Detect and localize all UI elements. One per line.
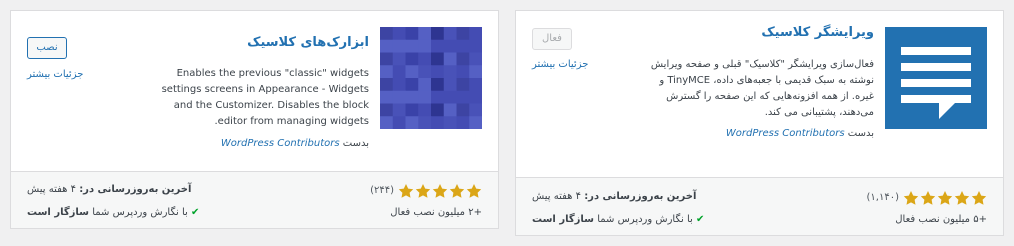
plugin-description: فعال‌سازی ویرایشگر "کلاسیک" قبلی و صفحه … [650, 59, 874, 118]
rating-count: (۱,۱۴۰) [866, 192, 899, 203]
plugin-card-classic-editor: ویرایشگر کلاسیک فعال‌سازی ویرایشگر "کلاس… [515, 10, 1004, 236]
plugin-card-bottom: (۲۴۴) +۲ میلیون نصب فعال آخرین به‌روزرسا… [11, 171, 498, 228]
last-updated-label: آخرین به‌روزرسانی در: [584, 191, 697, 202]
more-details-link[interactable]: جزئیات بیشتر [27, 69, 83, 80]
plugin-card-bottom: (۱,۱۴۰) +۵ میلیون نصب فعال آخرین به‌روزر… [516, 177, 1003, 235]
plugin-card-classic-widgets: ابزارک‌های کلاسیک Enables the previous "… [10, 10, 499, 229]
author-link[interactable]: WordPress Contributors [726, 128, 845, 139]
star-icon [432, 184, 448, 198]
star-icon [920, 191, 936, 205]
star-icon [466, 184, 482, 198]
install-button[interactable]: نصب [27, 37, 67, 59]
last-updated-label: آخرین به‌روزرسانی در: [79, 184, 192, 195]
plugin-thumbnail[interactable] [380, 27, 482, 129]
compatibility-value: سازگار است [532, 214, 595, 225]
star-icon [903, 191, 919, 205]
classic-editor-icon[interactable] [885, 27, 987, 129]
star-icon [449, 184, 465, 198]
plugin-title[interactable]: ویرایشگر کلاسیک [761, 25, 874, 40]
star-rating [902, 190, 987, 206]
active-installs: +۲ میلیون نصب فعال [390, 207, 482, 218]
author-link[interactable]: WordPress Contributors [221, 138, 340, 149]
star-icon [415, 184, 431, 198]
compatibility-value: سازگار است [27, 207, 90, 218]
plugin-author: بدست WordPress Contributors [726, 128, 874, 139]
last-updated-value: ۴ هفته پیش [532, 191, 581, 202]
last-updated: آخرین به‌روزرسانی در: ۴ هفته پیش [532, 191, 696, 202]
active-installs: +۵ میلیون نصب فعال [895, 214, 987, 225]
star-icon [398, 184, 414, 198]
plugin-title[interactable]: ابزارک‌های کلاسیک [247, 35, 369, 50]
compatibility: ✔ با نگارش وردپرس شما سازگار است [532, 214, 704, 225]
last-updated-value: ۴ هفته پیش [27, 184, 76, 195]
compatibility-prefix: با نگارش وردپرس شما [597, 214, 693, 225]
active-button: فعال [532, 28, 572, 50]
plugin-card-top: ابزارک‌های کلاسیک Enables the previous "… [11, 11, 498, 174]
plugin-author: بدست WordPress Contributors [221, 138, 369, 149]
star-icon [971, 191, 987, 205]
author-by-label: بدست [342, 138, 369, 149]
star-icon [937, 191, 953, 205]
compatibility: ✔ با نگارش وردپرس شما سازگار است [27, 207, 199, 218]
author-by-label: بدست [847, 128, 874, 139]
rating-count: (۲۴۴) [370, 185, 394, 196]
star-icon [954, 191, 970, 205]
star-rating [397, 183, 482, 199]
plugin-card-top: ویرایشگر کلاسیک فعال‌سازی ویرایشگر "کلاس… [516, 11, 1003, 177]
check-icon: ✔ [190, 207, 200, 218]
plugin-description: Enables the previous "classic" widgets s… [161, 68, 369, 127]
check-icon: ✔ [695, 214, 705, 225]
compatibility-prefix: با نگارش وردپرس شما [92, 207, 188, 218]
more-details-link[interactable]: جزئیات بیشتر [532, 59, 588, 70]
last-updated: آخرین به‌روزرسانی در: ۴ هفته پیش [27, 184, 191, 195]
